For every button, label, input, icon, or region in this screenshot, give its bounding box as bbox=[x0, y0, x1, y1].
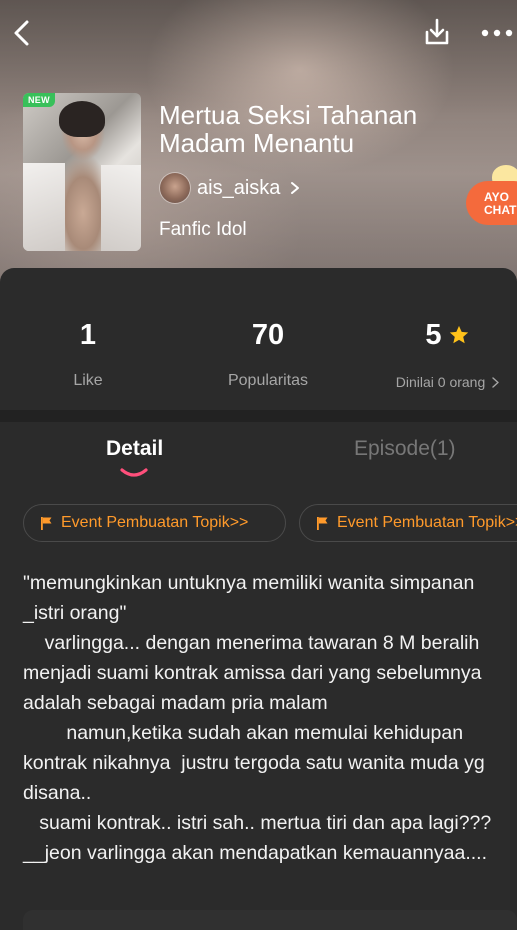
ayo-chat-button[interactable]: AYO CHAT bbox=[466, 165, 517, 225]
tab-detail[interactable]: Detail bbox=[106, 437, 163, 461]
flag-icon bbox=[317, 516, 328, 530]
download-icon[interactable] bbox=[421, 16, 453, 48]
popularity-label: Popularitas bbox=[227, 372, 309, 389]
author-avatar bbox=[159, 172, 191, 204]
tab-episode[interactable]: Episode(1) bbox=[354, 437, 456, 461]
cover-figure-hair bbox=[59, 101, 105, 137]
event-chip-label: Event Pembuatan Topik>> bbox=[337, 514, 517, 531]
cover-figure-shirt-right bbox=[101, 165, 141, 251]
popularity-count: 70 bbox=[251, 319, 285, 351]
section-divider bbox=[0, 410, 517, 422]
detail-sheet: 1 Like 70 Popularitas 5 Dinilai 0 orang bbox=[0, 268, 517, 930]
synopsis-text: "memungkinkan untuknya memiliki wanita s… bbox=[23, 572, 492, 864]
event-chip[interactable]: Event Pembuatan Topik>> bbox=[23, 504, 286, 542]
ayo-chat-label: AYO CHAT bbox=[466, 181, 517, 225]
like-count: 1 bbox=[79, 319, 97, 351]
book-title: Mertua Seksi Tahanan Madam Menantu bbox=[159, 100, 418, 158]
like-label: Like bbox=[73, 372, 103, 389]
book-genre: Fanfic Idol bbox=[159, 219, 247, 240]
event-chips: Event Pembuatan Topik>> Event Pembuatan … bbox=[0, 504, 517, 544]
author-link[interactable]: ais_aiska bbox=[159, 172, 300, 204]
author-name: ais_aiska bbox=[197, 176, 281, 199]
content-tabs: Detail Episode(1) bbox=[0, 422, 517, 486]
chevron-right-icon bbox=[291, 182, 300, 194]
event-chip[interactable]: Event Pembuatan Topik>> bbox=[299, 504, 517, 542]
chevron-right-icon bbox=[492, 376, 499, 388]
popularity-stat: 70 Popularitas bbox=[198, 318, 338, 390]
new-badge: NEW bbox=[23, 93, 55, 107]
active-tab-indicator bbox=[120, 468, 148, 477]
flag-icon bbox=[41, 516, 52, 530]
like-stat[interactable]: 1 Like bbox=[38, 318, 138, 390]
more-dots-icon[interactable] bbox=[480, 28, 514, 38]
star-icon bbox=[449, 325, 468, 344]
cover-figure-shirt-left bbox=[23, 163, 65, 251]
next-section-edge bbox=[23, 910, 517, 930]
event-chip-label: Event Pembuatan Topik>> bbox=[61, 514, 249, 531]
rating-label: Dinilai 0 orang bbox=[395, 374, 486, 390]
stats-bar: 1 Like 70 Popularitas 5 Dinilai 0 orang bbox=[0, 268, 517, 410]
rating-stat[interactable]: 5 Dinilai 0 orang bbox=[380, 318, 515, 390]
rating-value: 5 bbox=[425, 319, 442, 351]
chevron-left-icon[interactable] bbox=[10, 18, 32, 48]
book-cover-image[interactable] bbox=[23, 93, 141, 251]
